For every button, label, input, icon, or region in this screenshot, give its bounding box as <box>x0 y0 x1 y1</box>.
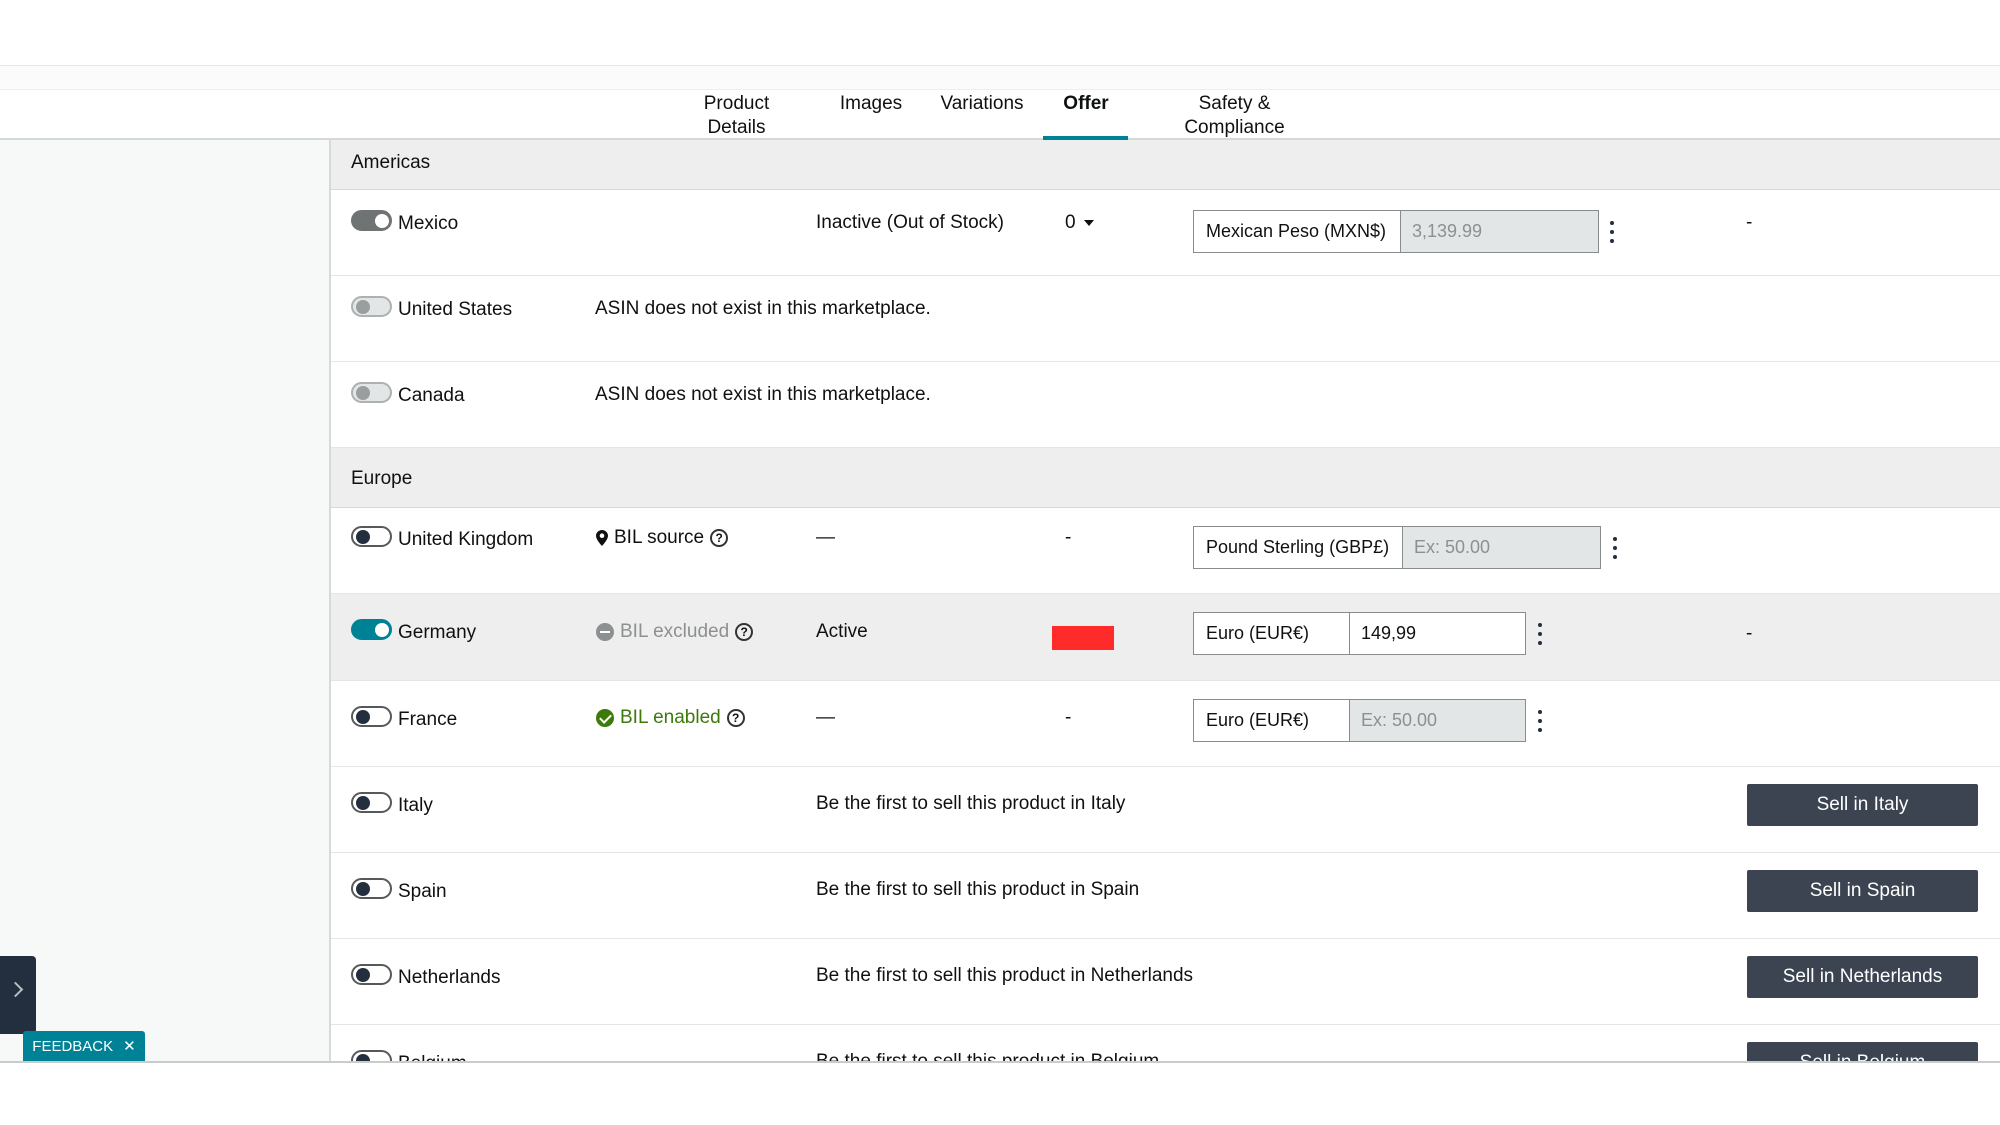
country-name: Germany <box>398 622 477 643</box>
quantity-redacted-block <box>1052 626 1114 650</box>
currency-label: Pound Sterling (GBP£) <box>1194 527 1403 568</box>
bil-status: BIL enabled ? <box>596 707 745 729</box>
sub-header <box>0 66 2000 90</box>
country-name: United States <box>398 299 513 320</box>
marketplace-message: Be the first to sell this product in Spa… <box>816 879 1140 900</box>
section-title: Europe <box>351 468 413 489</box>
bil-label: BIL source <box>614 527 705 548</box>
marketplace-message: ASIN does not exist in this marketplace. <box>595 384 931 405</box>
help-icon[interactable]: ? <box>735 623 754 641</box>
left-panel <box>0 140 331 1062</box>
more-options-icon[interactable] <box>1612 537 1618 559</box>
marketplace-row-united-states: United States ASIN does not exist in thi… <box>331 276 2000 362</box>
sell-in-netherlands-button[interactable]: Sell in Netherlands <box>1747 956 1978 998</box>
marketplace-message: Be the first to sell this product in Net… <box>816 965 1194 986</box>
marketplace-toggle[interactable] <box>351 210 392 231</box>
check-circle-icon <box>596 709 614 727</box>
help-icon[interactable]: ? <box>710 529 729 547</box>
country-name: France <box>398 709 458 730</box>
location-pin-icon <box>596 530 608 546</box>
marketplace-row-germany: Germany BIL excluded ? Active Euro (EUR€… <box>331 594 2000 681</box>
country-name: United Kingdom <box>398 529 534 550</box>
tab-product-details[interactable]: Product Details <box>674 90 799 140</box>
quantity-value: - <box>1065 707 1072 728</box>
caret-down-icon <box>1083 219 1094 226</box>
sell-in-spain-button[interactable]: Sell in Spain <box>1747 870 1978 912</box>
marketplace-toggle[interactable] <box>351 296 392 317</box>
bil-status: BIL source ? <box>596 527 729 549</box>
country-name: Italy <box>398 795 433 816</box>
tab-images[interactable]: Images <box>836 90 906 140</box>
marketplace-toggle[interactable] <box>351 878 392 899</box>
marketplace-toggle[interactable] <box>351 526 392 547</box>
feedback-label: FEEDBACK <box>32 1037 114 1055</box>
status-dash: - <box>1746 623 1753 644</box>
quantity-value: 0 <box>1065 212 1076 233</box>
country-name: Netherlands <box>398 967 501 988</box>
price-input[interactable]: 3,139.99 <box>1401 211 1598 252</box>
tab-safety-compliance[interactable]: Safety & Compliance <box>1146 90 1323 140</box>
marketplace-row-italy: Italy Be the first to sell this product … <box>331 767 2000 853</box>
section-header-europe: Europe <box>331 448 2000 508</box>
section-title: Americas <box>351 152 431 173</box>
status-dash: - <box>1746 212 1753 233</box>
offer-table: Americas Mexico Inactive (Out of Stock) … <box>331 140 2000 1062</box>
marketplace-message: Be the first to sell this product in Ita… <box>816 793 1126 814</box>
marketplace-row-canada: Canada ASIN does not exist in this marke… <box>331 362 2000 448</box>
country-name: Canada <box>398 385 465 406</box>
bil-label: BIL excluded <box>620 621 730 642</box>
listing-status: Active <box>816 621 868 642</box>
quantity-value: - <box>1065 527 1072 548</box>
more-options-icon[interactable] <box>1609 221 1615 243</box>
currency-label: Mexican Peso (MXN$) <box>1194 211 1401 252</box>
feedback-button[interactable]: FEEDBACK ✕ <box>23 1031 145 1061</box>
marketplace-row-netherlands: Netherlands Be the first to sell this pr… <box>331 939 2000 1025</box>
marketplace-row-united-kingdom: United Kingdom BIL source ? — - Pound St… <box>331 508 2000 594</box>
listing-status: — <box>816 707 835 728</box>
minus-circle-icon <box>596 623 614 641</box>
side-drawer-toggle[interactable] <box>0 956 36 1034</box>
chevron-right-icon <box>7 981 24 998</box>
tab-offer[interactable]: Offer <box>1058 90 1114 140</box>
close-icon[interactable]: ✕ <box>123 1037 136 1055</box>
country-name: Spain <box>398 881 447 902</box>
bil-label: BIL enabled <box>620 707 721 728</box>
marketplace-toggle[interactable] <box>351 964 392 985</box>
currency-label: Euro (EUR€) <box>1194 613 1350 654</box>
price-input[interactable]: Ex: 50.00 <box>1403 527 1600 568</box>
bil-status: BIL excluded ? <box>596 621 754 643</box>
marketplace-row-belgium: Belgium Be the first to sell this produc… <box>331 1025 2000 1062</box>
marketplace-toggle[interactable] <box>351 619 392 640</box>
quantity-dropdown[interactable]: 0 <box>1065 212 1094 234</box>
top-header <box>0 0 2000 66</box>
marketplace-row-mexico: Mexico Inactive (Out of Stock) 0 Mexican… <box>331 190 2000 276</box>
tab-variations[interactable]: Variations <box>940 90 1024 140</box>
price-field: Euro (EUR€) Ex: 50.00 <box>1193 699 1526 742</box>
price-input[interactable]: Ex: 50.00 <box>1350 700 1525 741</box>
sell-in-italy-button[interactable]: Sell in Italy <box>1747 784 1978 826</box>
sell-in-belgium-button[interactable]: Sell in Belgium <box>1747 1042 1978 1062</box>
section-header-americas: Americas <box>331 140 2000 190</box>
marketplace-message: ASIN does not exist in this marketplace. <box>595 298 931 319</box>
price-field: Euro (EUR€) 149,99 <box>1193 612 1526 655</box>
help-icon[interactable]: ? <box>726 709 745 727</box>
marketplace-row-france: France BIL enabled ? — - Euro (EUR€) Ex:… <box>331 681 2000 767</box>
more-options-icon[interactable] <box>1537 623 1543 645</box>
marketplace-toggle[interactable] <box>351 706 392 727</box>
currency-label: Euro (EUR€) <box>1194 700 1350 741</box>
country-name: Mexico <box>398 213 459 234</box>
listing-status: — <box>816 527 835 548</box>
marketplace-row-spain: Spain Be the first to sell this product … <box>331 853 2000 939</box>
viewport-bottom-border <box>0 1061 2000 1063</box>
tab-bar: Product Details Images Variations Offer … <box>0 90 2000 140</box>
listing-status: Inactive (Out of Stock) <box>816 212 1004 233</box>
marketplace-toggle[interactable] <box>351 382 392 403</box>
more-options-icon[interactable] <box>1537 710 1543 732</box>
marketplace-toggle[interactable] <box>351 792 392 813</box>
price-field: Mexican Peso (MXN$) 3,139.99 <box>1193 210 1599 253</box>
price-field: Pound Sterling (GBP£) Ex: 50.00 <box>1193 526 1601 569</box>
price-input[interactable]: 149,99 <box>1350 613 1525 654</box>
